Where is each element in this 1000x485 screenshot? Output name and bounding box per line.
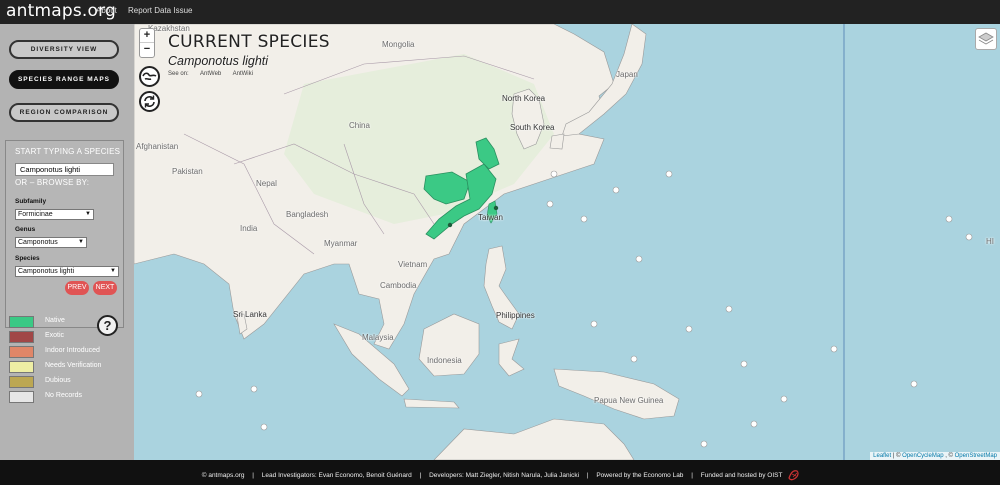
footer-separator: | [586, 471, 589, 479]
legend-swatch-exotic [9, 331, 34, 343]
report-data-issue-link[interactable]: Report Data Issue [128, 6, 192, 15]
map-label-sri-lanka: Sri Lanka [233, 310, 267, 319]
map-label-indonesia: Indonesia [427, 356, 462, 365]
map-label-south-korea: South Korea [510, 123, 555, 132]
chevron-down-icon: ▼ [85, 211, 91, 217]
top-navbar: antmaps.org About Report Data Issue [0, 0, 1000, 24]
legend-label: Exotic [45, 332, 65, 339]
about-link[interactable]: About [96, 6, 117, 15]
map-view[interactable]: Kazakhstan Mongolia North Korea South Ko… [134, 24, 1000, 460]
map-label-myanmar: Myanmar [324, 239, 358, 248]
subfamily-label: Subfamily [15, 198, 47, 205]
footer-separator: | [419, 471, 422, 479]
subfamily-value: Formicinae [18, 211, 53, 218]
footer-developers: Developers: Matt Ziegler, Nitish Narula,… [429, 471, 580, 479]
oist-logo-icon [788, 470, 799, 481]
map-label-hi: HI [986, 237, 994, 246]
footer-funded-by[interactable]: Funded and hosted by OIST [701, 472, 783, 479]
legend-label: Indoor Introduced [45, 347, 100, 354]
legend-swatch-indoor-introduced [9, 346, 34, 358]
footer: © antmaps.org | Lead Investigators: Evan… [0, 460, 1000, 485]
next-button[interactable]: NEXT [93, 281, 117, 295]
map-label-nepal: Nepal [256, 179, 277, 188]
region-comparison-button[interactable]: REGION COMPARISON [9, 103, 119, 122]
map-label-pakistan: Pakistan [172, 167, 203, 176]
species-search-input[interactable] [15, 163, 114, 176]
map-label-malaysia: Malaysia [362, 333, 394, 342]
map-label-afghanistan: Afghanistan [136, 142, 179, 151]
layers-icon [978, 32, 994, 45]
map-label-taiwan: Taiwan [478, 213, 503, 222]
record-point [447, 222, 453, 228]
map-label-japan: Japan [616, 70, 638, 79]
map-label-bangladesh: Bangladesh [286, 210, 329, 219]
legend-label: No Records [45, 392, 82, 399]
footer-separator: | [691, 471, 693, 479]
legend-label: Needs Verification [45, 362, 102, 369]
browse-by-label: OR – BROWSE BY: [15, 178, 90, 187]
help-icon[interactable]: ? [97, 315, 118, 336]
legend-label: Native [45, 317, 65, 324]
record-point [493, 205, 499, 211]
diversity-view-button[interactable]: DIVERSITY VIEW [9, 40, 119, 59]
current-species-title: CURRENT SPECIES [168, 32, 330, 52]
footer-powered-by[interactable]: Powered by the Economo Lab [596, 472, 683, 479]
chevron-down-icon: ▼ [78, 239, 84, 245]
map-label-cambodia: Cambodia [380, 281, 417, 290]
genus-value: Camponotus [18, 239, 58, 246]
antwiki-link[interactable]: AntWiki [233, 71, 253, 77]
map-label-india: India [240, 224, 258, 233]
layers-button[interactable] [975, 28, 997, 50]
zoom-in-button[interactable]: + [140, 29, 154, 43]
landmass-kyushu [549, 133, 565, 150]
start-typing-label: START TYPING A SPECIES [15, 147, 121, 156]
sidebar: DIVERSITY VIEW SPECIES RANGE MAPS REGION… [0, 24, 134, 460]
species-label: Species [15, 255, 40, 262]
see-on-links: See on: AntWeb AntWiki [168, 71, 263, 77]
chevron-down-icon: ▼ [110, 268, 116, 274]
map-label-china: China [349, 121, 370, 130]
prev-button[interactable]: PREV [65, 281, 89, 295]
globe-button[interactable] [139, 66, 160, 87]
footer-lead-investigators: Lead Investigators: Evan Economo, Benoit… [261, 471, 412, 479]
map-label-mongolia: Mongolia [382, 40, 415, 49]
legend-swatch-needs-verification [9, 361, 34, 373]
zoom-control: + − [139, 28, 155, 58]
antweb-link[interactable]: AntWeb [200, 71, 221, 77]
openstreetmap-link[interactable]: OpenStreetMap [955, 453, 997, 459]
attribution-separator: | © [892, 453, 901, 459]
species-select[interactable]: Camponotus lighti ▼ [15, 266, 119, 277]
map-label-philippines: Philippines [496, 311, 535, 320]
map-label-papua-new-guinea: Papua New Guinea [594, 396, 664, 405]
leaflet-link[interactable]: Leaflet [873, 453, 891, 459]
attribution-separator: , © [945, 453, 953, 459]
species-range-maps-button[interactable]: SPECIES RANGE MAPS [9, 70, 119, 89]
map-canvas[interactable] [134, 24, 1000, 460]
footer-separator: | [252, 471, 254, 479]
legend-swatch-no-records [9, 391, 34, 403]
legend-swatch-native [9, 316, 34, 328]
zoom-out-button[interactable]: − [140, 43, 154, 57]
species-value: Camponotus lighti [18, 268, 75, 275]
species-search-panel: START TYPING A SPECIES OR – BROWSE BY: S… [5, 140, 124, 328]
globe-icon [142, 72, 157, 81]
refresh-button[interactable] [139, 91, 160, 112]
footer-credits: © antmaps.org | Lead Investigators: Evan… [0, 468, 1000, 482]
map-label-vietnam: Vietnam [398, 260, 428, 269]
genus-label: Genus [15, 226, 36, 233]
map-label-north-korea: North Korea [502, 94, 546, 103]
refresh-icon [144, 95, 155, 108]
legend-swatch-dubious [9, 376, 34, 388]
see-on-label: See on: [168, 71, 189, 77]
current-species-name: Camponotus lighti [168, 54, 269, 68]
footer-copyright: © antmaps.org [201, 471, 245, 479]
legend-label: Dubious [45, 377, 71, 384]
genus-select[interactable]: Camponotus ▼ [15, 237, 87, 248]
subfamily-select[interactable]: Formicinae ▼ [15, 209, 94, 220]
opencyclemap-link[interactable]: OpenCycleMap [902, 453, 943, 459]
map-attribution: Leaflet | © OpenCycleMap , © OpenStreetM… [870, 452, 1000, 460]
